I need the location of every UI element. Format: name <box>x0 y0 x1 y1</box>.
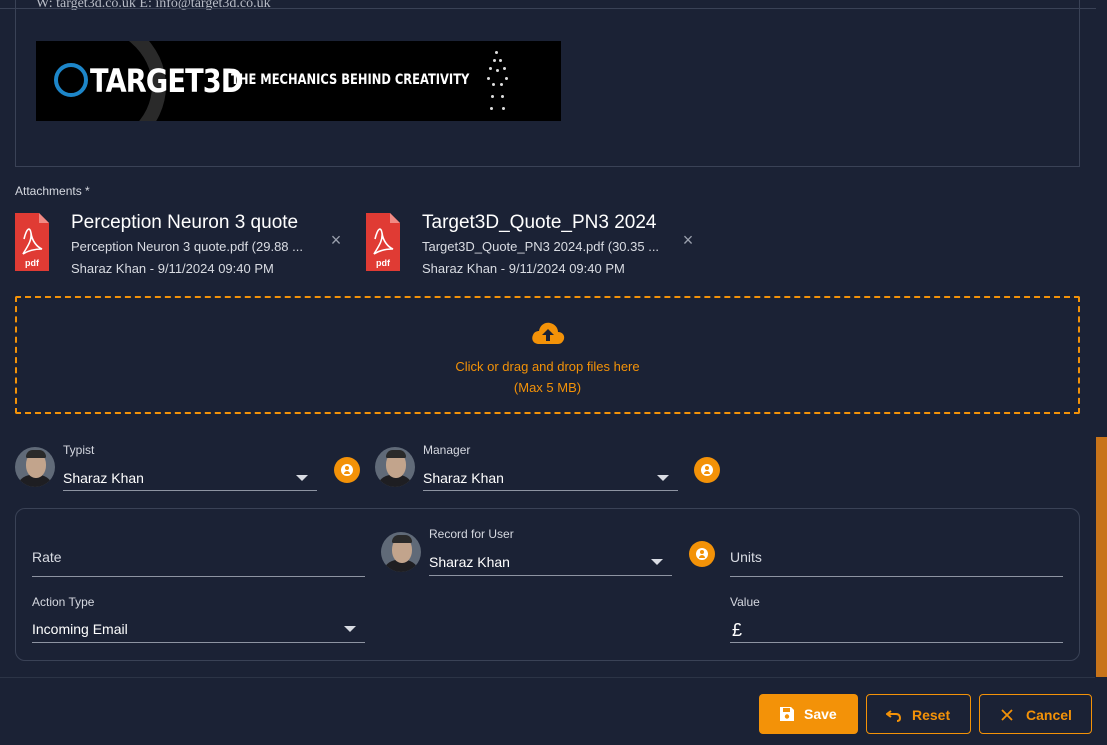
remove-attachment-close-icon[interactable]: × <box>680 231 696 249</box>
cloud-upload-icon <box>532 322 565 344</box>
record-user-underline <box>429 575 672 576</box>
typist-user-circle-icon[interactable] <box>334 457 360 483</box>
value-label: Value <box>730 595 760 609</box>
cancel-button[interactable]: Cancel <box>979 694 1092 734</box>
dropzone-size-limit: (Max 5 MB) <box>513 380 582 395</box>
mocap-figure-icon <box>484 51 510 115</box>
attachment-title[interactable]: Perception Neuron 3 quote <box>71 212 298 234</box>
x-icon <box>1001 709 1013 721</box>
target3d-logo-icon <box>54 63 88 97</box>
pdf-icon-label: pdf <box>25 258 40 268</box>
pdf-icon-label: pdf <box>376 258 391 268</box>
typist-caret-down-icon[interactable] <box>296 475 308 481</box>
attachment-item[interactable]: pdf Target3D_Quote_PN3 2024 Target3D_Quo… <box>366 212 686 276</box>
reset-button[interactable]: Reset <box>866 694 971 734</box>
record-panel <box>15 508 1080 661</box>
record-for-user-select-value[interactable]: Sharaz Khan <box>429 554 510 570</box>
attachment-filename: Perception Neuron 3 quote.pdf (29.88 ... <box>71 239 303 254</box>
typist-avatar <box>15 447 55 487</box>
typist-select-value[interactable]: Sharaz Khan <box>63 470 144 486</box>
rate-input[interactable]: Rate <box>32 549 62 565</box>
manager-avatar <box>375 447 415 487</box>
manager-caret-down-icon[interactable] <box>657 475 669 481</box>
banner-tagline: THE MECHANICS BEHIND CREATIVITY <box>231 72 470 88</box>
save-label: Save <box>804 706 837 722</box>
action-type-label: Action Type <box>32 595 95 609</box>
undo-icon <box>886 710 902 722</box>
typist-label: Typist <box>63 443 95 457</box>
banner-logo-text: TARGET3D <box>90 62 243 100</box>
manager-label: Manager <box>423 443 471 457</box>
email-preview: W: target3d.co.uk E: info@target3d.co.uk… <box>15 0 1080 167</box>
manager-user-circle-icon[interactable] <box>694 457 720 483</box>
value-input-underline[interactable] <box>730 642 1063 643</box>
dropzone-instructions: Click or drag and drop files here <box>455 359 640 374</box>
typist-underline <box>63 490 317 491</box>
value-currency-prefix: £ <box>732 620 743 640</box>
file-dropzone[interactable]: Click or drag and drop files here (Max 5… <box>15 296 1080 414</box>
cancel-label: Cancel <box>1026 707 1072 723</box>
attachment-meta: Sharaz Khan - 9/11/2024 09:40 PM <box>422 261 625 276</box>
attachment-filename: Target3D_Quote_PN3 2024.pdf (30.35 ... <box>422 239 660 254</box>
record-user-avatar <box>381 532 421 572</box>
save-button[interactable]: Save <box>759 694 858 734</box>
record-user-caret-down-icon[interactable] <box>651 559 663 565</box>
action-type-underline <box>32 642 365 643</box>
record-for-user-label: Record for User <box>429 527 514 541</box>
attachment-title[interactable]: Target3D_Quote_PN3 2024 <box>422 212 657 234</box>
units-input[interactable]: Units <box>730 549 762 565</box>
pdf-icon: pdf <box>15 213 49 271</box>
record-user-circle-icon[interactable] <box>689 541 715 567</box>
pdf-icon: pdf <box>366 213 400 271</box>
units-underline <box>730 576 1063 577</box>
attachment-meta: Sharaz Khan - 9/11/2024 09:40 PM <box>71 261 274 276</box>
manager-select-value[interactable]: Sharaz Khan <box>423 470 504 486</box>
remove-attachment-close-icon[interactable]: × <box>328 231 344 249</box>
scrollbar-thumb[interactable] <box>1096 437 1107 677</box>
action-type-caret-down-icon[interactable] <box>344 626 356 632</box>
manager-underline <box>423 490 678 491</box>
rate-underline <box>32 576 365 577</box>
save-icon <box>780 707 794 721</box>
top-divider <box>0 0 1107 9</box>
attachment-item[interactable]: pdf Perception Neuron 3 quote Perception… <box>15 212 335 276</box>
target3d-banner-image: TARGET3D THE MECHANICS BEHIND CREATIVITY <box>36 41 561 121</box>
reset-label: Reset <box>912 707 951 723</box>
attachments-label: Attachments * <box>15 184 90 198</box>
action-type-select-value[interactable]: Incoming Email <box>32 621 128 637</box>
footer-divider <box>0 677 1095 678</box>
